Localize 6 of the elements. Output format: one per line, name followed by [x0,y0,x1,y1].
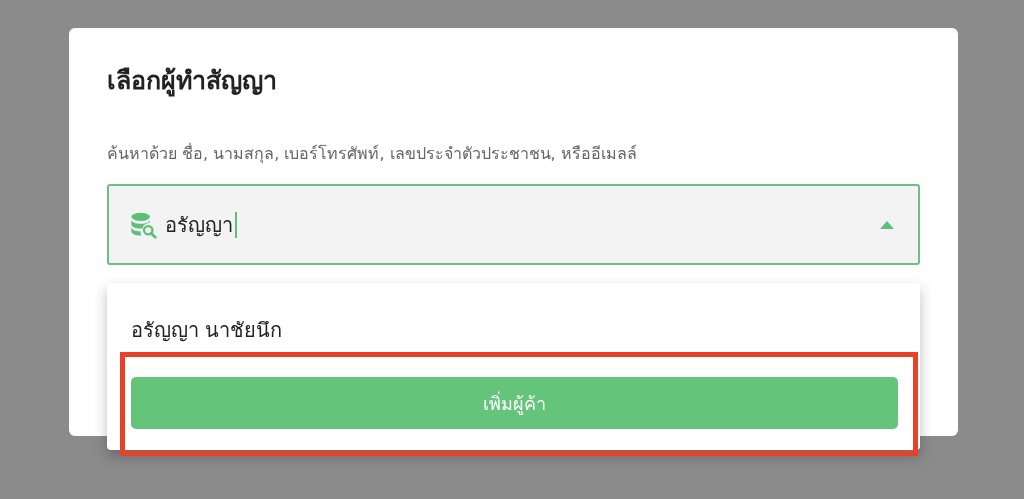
database-search-icon [129,210,157,239]
search-label: ค้นหาด้วย ชื่อ, นามสกุล, เบอร์โทรศัพท์, เลขประจำตัวประชาชน, หรืออีเมลล์ [107,142,638,166]
dialog-title: เลือกผู้ทำสัญญา [107,65,278,98]
search-value: อรัญญา [165,211,233,239]
search-field[interactable]: อรัญญา [107,184,920,265]
dropdown-option[interactable]: อรัญญา นาชัยนึก [131,315,898,345]
